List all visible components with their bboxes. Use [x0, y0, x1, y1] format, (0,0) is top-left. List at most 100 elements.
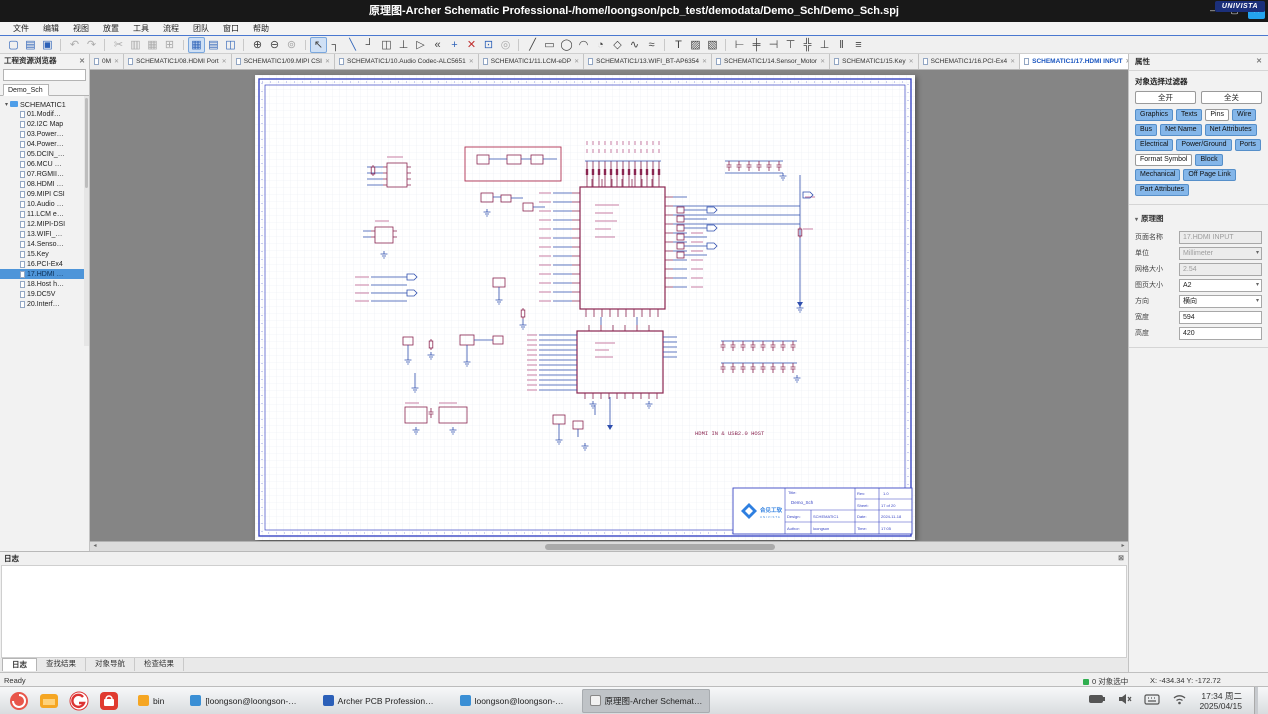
tree-item[interactable]: 01.Modif…: [0, 109, 89, 119]
schematic-canvas[interactable]: HDMI IN & USB2.0 HOST 合见工软 UNIVISTA Titl…: [90, 70, 1128, 541]
grid-style-icon[interactable]: [205, 37, 222, 53]
probe-icon[interactable]: [497, 37, 514, 53]
section-collapse-icon[interactable]: ▾: [1135, 217, 1138, 223]
menu-item[interactable]: 流程: [156, 22, 186, 35]
scroll-right-icon[interactable]: ▸: [1118, 542, 1128, 551]
grid-icon[interactable]: [188, 37, 205, 53]
filter-button[interactable]: Ports: [1235, 139, 1261, 151]
expander-icon[interactable]: ▾: [5, 101, 8, 108]
off-page-connector-icon[interactable]: [429, 37, 446, 53]
tree-item[interactable]: 03.Power…: [0, 129, 89, 139]
dock-tab[interactable]: 日志: [2, 658, 37, 671]
new-file-icon[interactable]: [5, 37, 22, 53]
wifi-icon[interactable]: [1172, 692, 1187, 710]
rect-icon[interactable]: [541, 37, 558, 53]
split-view-icon[interactable]: [222, 37, 239, 53]
taskbar-window-button[interactable]: bin: [130, 689, 172, 713]
menu-item[interactable]: 帮助: [246, 22, 276, 35]
project-tree-scrollbar[interactable]: [84, 96, 89, 346]
open-icon[interactable]: [22, 37, 39, 53]
tree-item[interactable]: 18.Host h…: [0, 279, 89, 289]
zoom-scale-icon[interactable]: [283, 37, 300, 53]
tree-item[interactable]: 02.I2C Map: [0, 119, 89, 129]
menu-item[interactable]: 窗口: [216, 22, 246, 35]
property-input[interactable]: 横向: [1179, 295, 1262, 308]
project-tab[interactable]: Demo_Sch: [3, 84, 49, 96]
loongson-browser-icon[interactable]: [68, 690, 90, 712]
align-left-icon[interactable]: [731, 37, 748, 53]
taskbar-window-button[interactable]: loongson@loongson-…: [452, 689, 572, 713]
property-input[interactable]: 594: [1179, 311, 1262, 324]
tree-item[interactable]: 14.Senso…: [0, 239, 89, 249]
tab-close-icon[interactable]: ✕: [114, 58, 119, 65]
project-panel-close-icon[interactable]: ✕: [79, 57, 85, 65]
distribute-h-icon[interactable]: [833, 37, 850, 53]
ground-icon[interactable]: [395, 37, 412, 53]
keyboard-icon[interactable]: [1144, 692, 1160, 710]
document-tab[interactable]: SCHEMATIC1/17.HDMI INPUT ✕: [1020, 54, 1128, 69]
tree-item[interactable]: 08.HDMI …: [0, 179, 89, 189]
property-input[interactable]: A2: [1179, 279, 1262, 292]
tree-root-schematic[interactable]: ▾ SCHEMATIC1: [0, 99, 89, 109]
zoom-in-icon[interactable]: [249, 37, 266, 53]
document-tab[interactable]: SCHEMATIC1/15.Key ✕: [830, 54, 919, 69]
no-connect-icon[interactable]: [463, 37, 480, 53]
filter-master-button[interactable]: 全开: [1135, 91, 1196, 104]
filter-button[interactable]: Block: [1195, 154, 1222, 166]
spline-icon[interactable]: [626, 37, 643, 53]
menu-item[interactable]: 工具: [126, 22, 156, 35]
tab-close-icon[interactable]: ✕: [469, 58, 474, 65]
pie-icon[interactable]: [592, 37, 609, 53]
scroll-left-icon[interactable]: ◂: [90, 542, 100, 551]
battery-icon[interactable]: [1088, 692, 1106, 710]
taskbar-window-button[interactable]: 原理图-Archer Schemat…: [582, 689, 711, 713]
property-input[interactable]: 2.54: [1179, 263, 1262, 276]
menu-item[interactable]: 文件: [6, 22, 36, 35]
document-tab[interactable]: 0M ✕: [90, 54, 124, 69]
filter-button[interactable]: Texts: [1176, 109, 1202, 121]
scrollbar-thumb[interactable]: [545, 544, 775, 550]
document-tab[interactable]: SCHEMATIC1/14.Sensor_Motor ✕: [712, 54, 830, 69]
document-tab[interactable]: SCHEMATIC1/11.LCM-eDP ✕: [479, 54, 584, 69]
filter-button[interactable]: Power/Ground: [1176, 139, 1231, 151]
undo-icon[interactable]: [66, 37, 83, 53]
tree-item[interactable]: 07.RGMII…: [0, 169, 89, 179]
line-icon[interactable]: [524, 37, 541, 53]
align-top-icon[interactable]: [782, 37, 799, 53]
filter-button[interactable]: Bus: [1135, 124, 1157, 136]
menu-item[interactable]: 视图: [66, 22, 96, 35]
align-center-v-icon[interactable]: [799, 37, 816, 53]
junction-icon[interactable]: [446, 37, 463, 53]
copy-icon[interactable]: [127, 37, 144, 53]
net-label-icon[interactable]: [361, 37, 378, 53]
sound-muted-icon[interactable]: [1118, 692, 1132, 710]
file-manager-icon[interactable]: [38, 690, 60, 712]
align-center-h-icon[interactable]: [748, 37, 765, 53]
menu-item[interactable]: 团队: [186, 22, 216, 35]
tree-item[interactable]: 11.LCM e…: [0, 209, 89, 219]
polygon-icon[interactable]: [609, 37, 626, 53]
tree-item[interactable]: 16.PCI-Ex4: [0, 259, 89, 269]
taskbar-window-button[interactable]: Archer PCB Profession…: [315, 689, 442, 713]
image-edit-icon[interactable]: [704, 37, 721, 53]
filter-button[interactable]: Graphics: [1135, 109, 1173, 121]
filter-button[interactable]: Electrical: [1135, 139, 1173, 151]
power-port-icon[interactable]: [412, 37, 429, 53]
ellipse-icon[interactable]: [558, 37, 575, 53]
filter-button[interactable]: Off Page Link: [1183, 169, 1235, 181]
menu-item[interactable]: 编辑: [36, 22, 66, 35]
tab-close-icon[interactable]: ✕: [702, 58, 707, 65]
filter-button[interactable]: Part Attributes: [1135, 184, 1189, 196]
tab-close-icon[interactable]: ✕: [574, 58, 579, 65]
taskbar-window-button[interactable]: [loongson@loongson-…: [182, 689, 304, 713]
save-icon[interactable]: [39, 37, 56, 53]
filter-button[interactable]: Net Name: [1160, 124, 1202, 136]
menu-item[interactable]: 放置: [96, 22, 126, 35]
tab-close-icon[interactable]: ✕: [325, 58, 330, 65]
tree-item[interactable]: 17.HDMI …: [0, 269, 89, 279]
tree-item[interactable]: 04.Power…: [0, 139, 89, 149]
tree-item[interactable]: 12.MIPI-DSI: [0, 219, 89, 229]
cut-icon[interactable]: [110, 37, 127, 53]
text-icon[interactable]: [670, 37, 687, 53]
tab-close-icon[interactable]: ✕: [222, 58, 227, 65]
